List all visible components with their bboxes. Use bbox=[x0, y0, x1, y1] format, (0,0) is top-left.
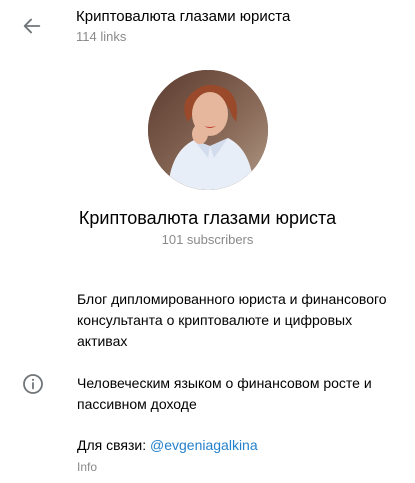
description-paragraph: Человеческим языком о финансовом росте и… bbox=[77, 375, 372, 412]
info-circle-icon bbox=[23, 374, 43, 394]
channel-description: Блог дипломированного юриста и финансово… bbox=[77, 289, 397, 436]
back-button[interactable] bbox=[18, 12, 46, 40]
contact-line: Для связи: @evgeniagalkina bbox=[77, 437, 258, 453]
channel-avatar[interactable] bbox=[148, 70, 268, 190]
contact-username-link[interactable]: @evgeniagalkina bbox=[150, 437, 258, 453]
header-title: Криптовалюта глазами юриста bbox=[76, 8, 291, 25]
channel-info-page: Криптовалюта глазами юриста 114 links Кр… bbox=[0, 0, 415, 483]
subscriber-count: 101 subscribers bbox=[161, 232, 254, 247]
channel-name: Криптовалюта глазами юриста bbox=[78, 208, 337, 228]
arrow-left-icon bbox=[23, 18, 41, 34]
header-bar: Криптовалюта глазами юриста 114 links bbox=[0, 0, 415, 52]
info-caption: Info bbox=[77, 460, 98, 474]
description-paragraph: Блог дипломированного юриста и финансово… bbox=[77, 291, 387, 349]
header-subtitle: 114 links bbox=[76, 29, 127, 44]
contact-label: Для связи: bbox=[77, 437, 151, 453]
